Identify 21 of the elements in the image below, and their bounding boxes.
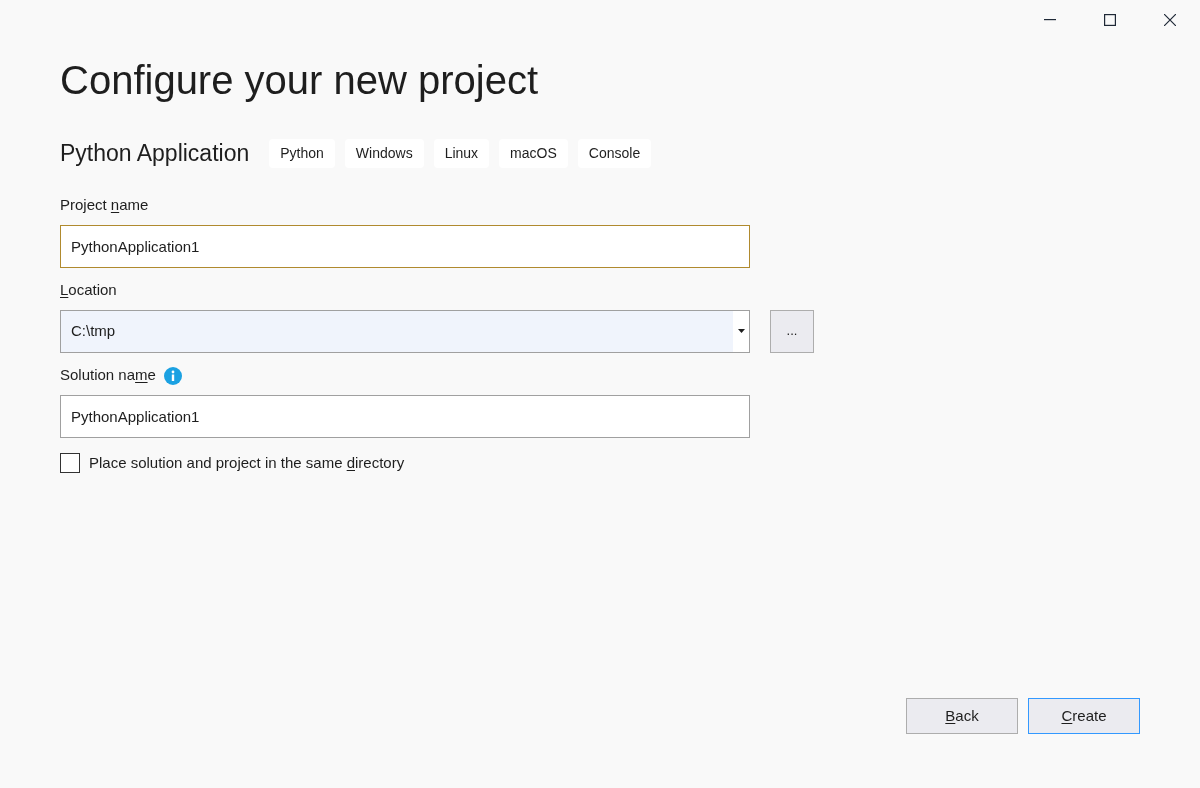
- dialog-button[interactable]: Create: [1028, 698, 1140, 734]
- text-field[interactable]: PythonApplication1: [60, 394, 750, 438]
- field-label: Project name: [60, 195, 149, 216]
- caret-icon: [737, 329, 745, 333]
- field-label: Location: [60, 280, 117, 301]
- checkbox-label: Place solution and project in the same directory: [89, 452, 405, 473]
- browse-button[interactable]: ...: [770, 309, 814, 353]
- close-icon: [1164, 14, 1176, 26]
- template-name: Python Application: [60, 139, 250, 168]
- tag: Windows: [344, 138, 424, 168]
- tag: Linux: [433, 138, 490, 168]
- tag: Console: [577, 138, 652, 168]
- dialog-button[interactable]: Back: [906, 698, 1018, 734]
- checkbox[interactable]: [60, 452, 80, 473]
- page-title: Configure your new project: [60, 57, 539, 104]
- tag: Python: [269, 138, 335, 168]
- tag: macOS: [499, 138, 568, 168]
- maximize-icon: [1104, 14, 1116, 26]
- text-field[interactable]: PythonApplication1: [60, 224, 750, 268]
- field-label: Solution name: [60, 365, 156, 386]
- minimize-icon: [1044, 19, 1056, 21]
